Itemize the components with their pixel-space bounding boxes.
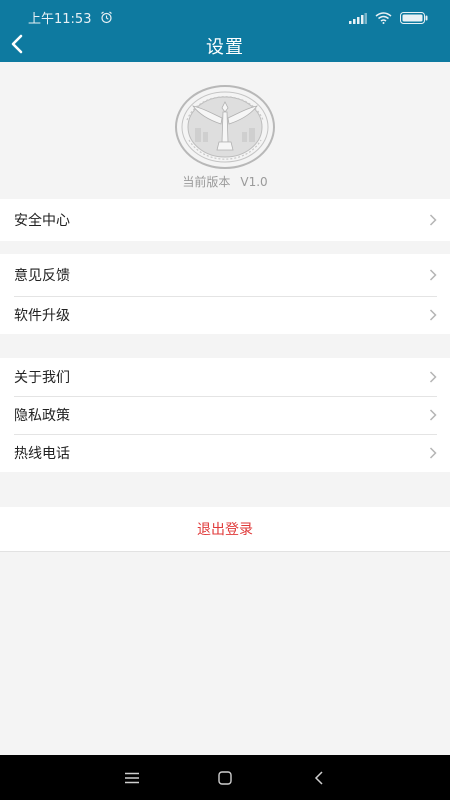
version-text: 当前版本 V1.0: [0, 173, 450, 190]
list-item-label: 关于我们: [14, 370, 70, 386]
back-icon[interactable]: [310, 769, 328, 787]
about-section: 当前版本 V1.0: [0, 62, 450, 198]
settings-group-support: 意见反馈 软件升级: [0, 254, 450, 334]
list-item-label: 安全中心: [14, 213, 70, 229]
settings-group-security: 安全中心: [0, 199, 450, 241]
list-item-label: 软件升级: [14, 308, 70, 324]
status-bar: 上午11:53: [0, 0, 450, 30]
system-nav-bar: [0, 755, 450, 800]
list-item-feedback[interactable]: 意见反馈: [14, 254, 437, 296]
chevron-right-icon: [429, 269, 437, 285]
emblem-logo: [175, 84, 275, 170]
list-item-label: 热线电话: [14, 446, 70, 462]
chevron-right-icon: [429, 409, 437, 425]
list-item-about-us[interactable]: 关于我们: [14, 358, 437, 396]
signal-icon: [349, 9, 367, 28]
list-item-label: 意见反馈: [14, 268, 70, 284]
version-value: V1.0: [240, 175, 268, 189]
app-header: 上午11:53 设置: [0, 0, 450, 62]
alarm-icon: [100, 9, 113, 28]
wifi-icon: [375, 9, 392, 28]
settings-group-about: 关于我们 隐私政策 热线电话: [0, 358, 450, 472]
list-item-privacy-policy[interactable]: 隐私政策: [14, 396, 437, 434]
list-item-software-upgrade[interactable]: 软件升级: [14, 296, 437, 334]
chevron-right-icon: [429, 214, 437, 230]
logout-button[interactable]: 退出登录: [0, 507, 450, 552]
list-item-label: 隐私政策: [14, 408, 70, 424]
chevron-right-icon: [429, 309, 437, 325]
home-icon[interactable]: [216, 769, 234, 787]
status-icons: [349, 9, 428, 28]
page-title: 设置: [206, 37, 244, 58]
version-label: 当前版本: [182, 175, 231, 189]
list-item-security-center[interactable]: 安全中心: [14, 199, 437, 241]
chevron-right-icon: [429, 447, 437, 463]
list-item-hotline[interactable]: 热线电话: [14, 434, 437, 472]
battery-icon: [400, 9, 428, 28]
menu-icon[interactable]: [123, 769, 141, 787]
status-time: 上午11:53: [28, 12, 92, 27]
chevron-right-icon: [429, 371, 437, 387]
title-bar: 设置: [0, 30, 450, 62]
